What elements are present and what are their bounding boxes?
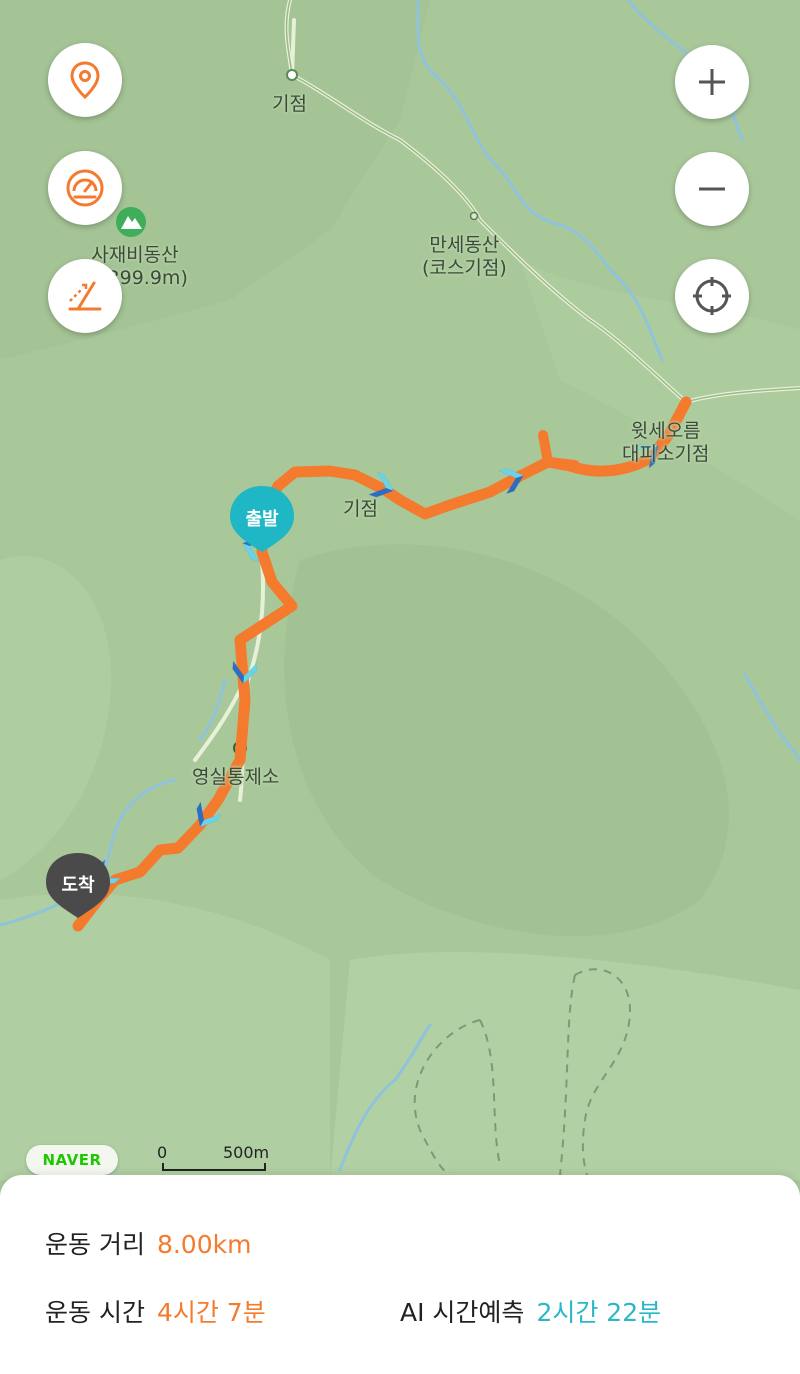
time-value: 4시간 7분 (156, 1298, 266, 1327)
speed-gauge-button[interactable] (48, 151, 122, 225)
label-witse-line1: 윗세오름 (630, 420, 701, 442)
manse-node (469, 211, 479, 221)
current-location-button[interactable] (675, 259, 749, 333)
distance-stat: 운동 거리 8.00km (45, 1225, 251, 1261)
end-pin-label: 도착 (61, 875, 95, 896)
scale-bar-line (162, 1163, 266, 1171)
label-witse-line2: 대피소기점 (622, 443, 710, 465)
scale-distance: 500m (223, 1143, 270, 1162)
minus-icon (699, 187, 725, 191)
start-point-node (286, 69, 298, 81)
label-start-point: 기점 (272, 93, 307, 115)
time-stat: 운동 시간 4시간 7분 (45, 1293, 266, 1329)
route-end-dot (73, 921, 83, 931)
zoom-in-button[interactable] (675, 45, 749, 119)
naver-logo: NAVER (26, 1145, 118, 1175)
crosshair-icon (693, 277, 731, 315)
plus-icon (699, 69, 725, 95)
label-manse-sub: (코스기점) (422, 257, 507, 279)
label-yeongsil: 영실통제소 (192, 766, 280, 788)
ai-value: 2시간 22분 (536, 1298, 662, 1327)
scale-zero: 0 (157, 1143, 168, 1162)
speedometer-icon (66, 169, 104, 207)
label-manse-name: 만세동산 (429, 234, 500, 256)
zoom-out-button[interactable] (675, 152, 749, 226)
distance-value: 8.00km (156, 1230, 252, 1259)
slope-icon (68, 281, 102, 311)
label-manse: 만세동산 (코스기점) (422, 234, 507, 280)
ai-label: AI 시간예측 (400, 1298, 525, 1327)
label-witse: 윗세오름 대피소기점 (622, 420, 709, 466)
distance-label: 운동 거리 (45, 1230, 145, 1259)
location-pin-button[interactable] (48, 43, 122, 117)
start-pin-label: 출발 (245, 509, 279, 530)
mountain-icon (116, 207, 146, 237)
elevation-button[interactable] (48, 259, 122, 333)
time-label: 운동 시간 (45, 1298, 145, 1327)
scale-bar: 0 500m (157, 1143, 280, 1175)
label-mid-start: 기점 (343, 498, 378, 520)
map-pin-icon (70, 61, 100, 100)
stats-panel: 운동 거리 8.00km 운동 시간 4시간 7분 AI 시간예측 2시간 22분 (0, 1175, 800, 1374)
ai-stat: AI 시간예측 2시간 22분 (400, 1293, 661, 1329)
